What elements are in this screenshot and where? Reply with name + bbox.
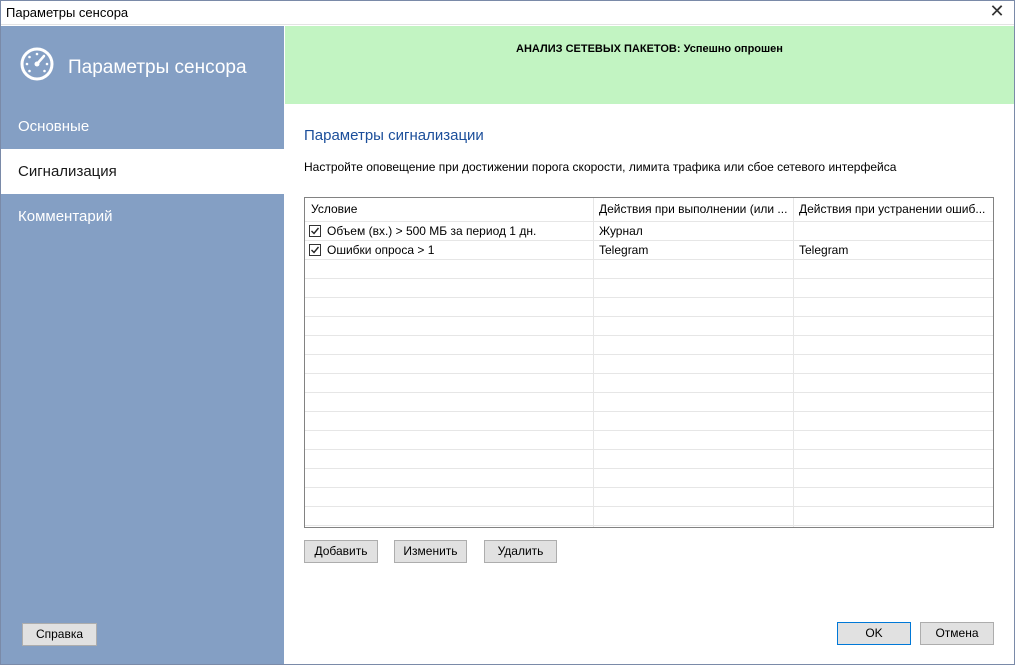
header-condition[interactable]: Условие xyxy=(311,198,591,221)
table-row[interactable]: Объем (вх.) > 500 МБ за период 1 дн. Жур… xyxy=(305,222,993,241)
table-row-empty xyxy=(305,336,993,355)
ok-button[interactable]: OK xyxy=(837,622,911,645)
window-title: Параметры сенсора xyxy=(6,5,129,20)
header-on-clear[interactable]: Действия при устранении ошиб... xyxy=(799,198,991,221)
sidebar-item-alarms[interactable]: Сигнализация xyxy=(1,149,284,194)
cell-on-clear: Telegram xyxy=(799,243,849,257)
table-row-empty xyxy=(305,279,993,298)
table-header: Условие Действия при выполнении (или ...… xyxy=(305,198,993,222)
table-row-empty xyxy=(305,412,993,431)
table-row-empty xyxy=(305,488,993,507)
page-description: Настройте оповещение при достижении поро… xyxy=(304,160,897,174)
table-row-empty xyxy=(305,260,993,279)
table-row-empty xyxy=(305,374,993,393)
table-row-empty xyxy=(305,355,993,374)
add-button[interactable]: Добавить xyxy=(304,540,378,563)
table-row-empty xyxy=(305,393,993,412)
gauge-icon xyxy=(20,47,54,81)
table-row-empty xyxy=(305,469,993,488)
sidebar-item-comment[interactable]: Комментарий xyxy=(1,194,284,239)
row-checkbox[interactable] xyxy=(309,225,321,237)
table-row-empty xyxy=(305,431,993,450)
table-row-empty xyxy=(305,450,993,469)
sidebar-header: Параметры сенсора xyxy=(1,26,284,104)
alarms-table: Условие Действия при выполнении (или ...… xyxy=(304,197,994,528)
cell-on-clear xyxy=(799,222,991,241)
delete-button[interactable]: Удалить xyxy=(484,540,557,563)
table-row-empty xyxy=(305,317,993,336)
table-row-empty xyxy=(305,298,993,317)
table-row[interactable]: Ошибки опроса > 1 Telegram Telegram xyxy=(305,241,993,260)
checkmark-icon xyxy=(311,246,320,254)
checkmark-icon xyxy=(311,227,320,235)
title-bar: Параметры сенсора ✕ xyxy=(1,1,1014,25)
help-button[interactable]: Справка xyxy=(22,623,97,646)
edit-button[interactable]: Изменить xyxy=(394,540,467,563)
header-on-trigger[interactable]: Действия при выполнении (или ... xyxy=(599,198,791,221)
cell-condition: Объем (вх.) > 500 МБ за период 1 дн. xyxy=(327,224,537,238)
sidebar: Параметры сенсора Основные Сигнализация … xyxy=(1,26,284,664)
dialog-window: Параметры сенсора ✕ Параметры сенсора Ос… xyxy=(0,0,1015,665)
cell-condition: Ошибки опроса > 1 xyxy=(327,243,435,257)
cell-on-trigger: Telegram xyxy=(599,243,649,257)
sidebar-item-general[interactable]: Основные xyxy=(1,104,284,149)
sidebar-title: Параметры сенсора xyxy=(68,57,247,78)
cancel-button[interactable]: Отмена xyxy=(920,622,994,645)
table-row-empty xyxy=(305,507,993,526)
status-banner-text: АНАЛИЗ СЕТЕВЫХ ПАКЕТОВ: Успешно опрошен xyxy=(516,43,783,55)
close-icon[interactable]: ✕ xyxy=(982,1,1012,23)
status-banner: АНАЛИЗ СЕТЕВЫХ ПАКЕТОВ: Успешно опрошен xyxy=(285,26,1014,104)
row-checkbox[interactable] xyxy=(309,244,321,256)
cell-on-trigger: Журнал xyxy=(599,224,643,238)
page-title: Параметры сигнализации xyxy=(304,127,484,144)
